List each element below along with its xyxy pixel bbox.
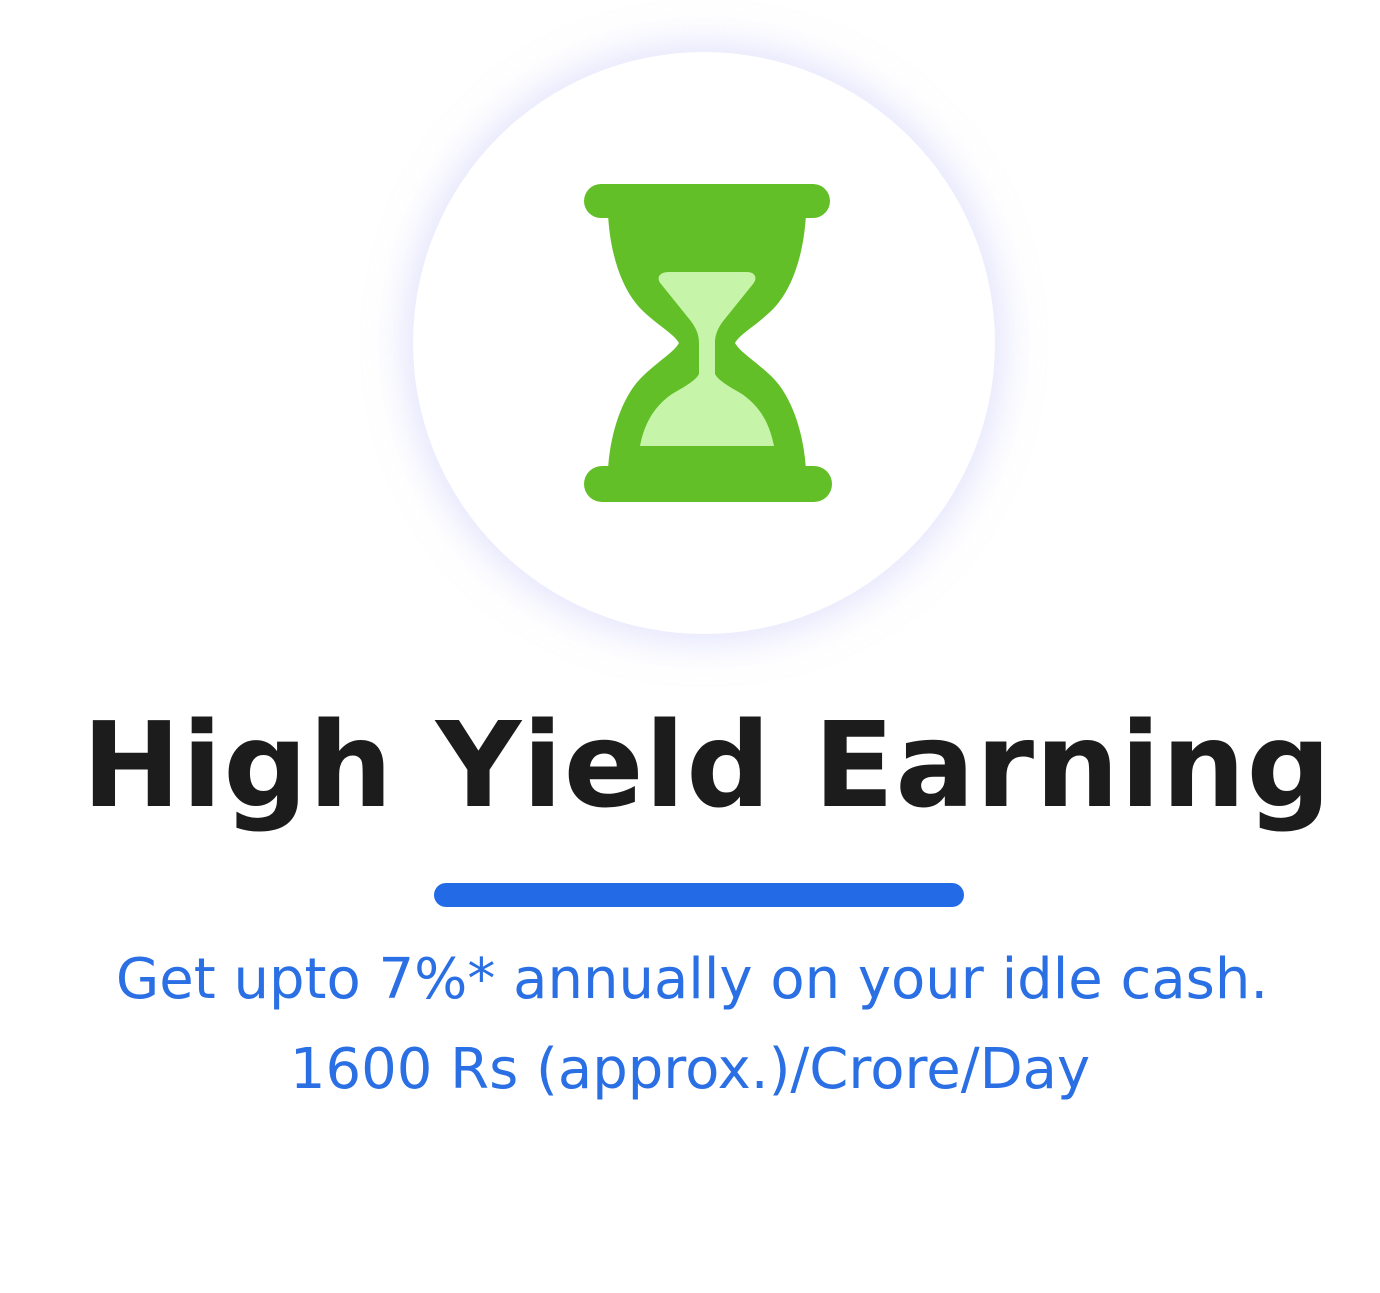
title-underline (434, 883, 964, 907)
feature-card: High Yield Earning Get upto 7%* annually… (0, 0, 1380, 1293)
feature-description: Get upto 7%* annually on your idle cash.… (0, 935, 1380, 1115)
hourglass-icon (584, 184, 832, 502)
icon-circle (413, 52, 995, 634)
feature-title: High Yield Earning (81, 696, 1333, 834)
description-line-2: 1600 Rs (approx.)/Crore/Day (289, 1037, 1091, 1102)
description-line-1: Get upto 7%* annually on your idle cash. (115, 947, 1269, 1012)
